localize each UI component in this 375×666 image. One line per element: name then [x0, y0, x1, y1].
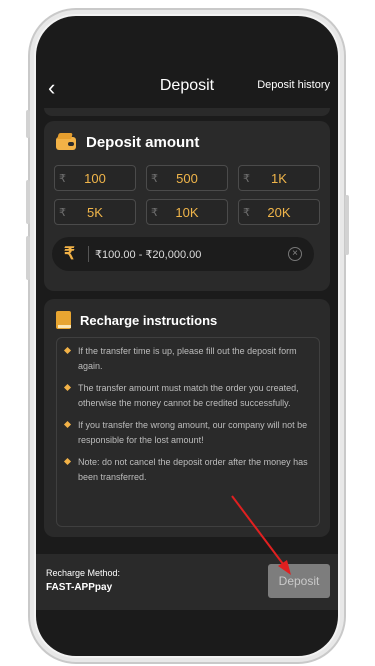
rupee-icon: ₹ [243, 207, 250, 219]
amount-option-5k[interactable]: ₹ 5K [54, 199, 136, 225]
app-screen: ‹ Deposit Deposit history Deposit amount… [36, 16, 338, 656]
deposit-amount-card: Deposit amount ₹ 100 ₹ 500 ₹ 1K ₹ 5K ₹ 1… [44, 121, 330, 291]
amount-range-placeholder: ₹100.00 - ₹20,000.00 [95, 248, 202, 261]
phone-power-button [345, 195, 349, 255]
amount-option-label: 10K [175, 204, 199, 220]
amount-option-label: 5K [87, 204, 103, 220]
recharge-method-value: FAST-APPpay [46, 582, 113, 593]
recharge-method-label: Recharge Method: [46, 568, 121, 578]
instruction-text: Note: do not cancel the deposit order af… [78, 457, 308, 482]
bullet-diamond-icon [63, 420, 72, 429]
page-title: Deposit [159, 77, 215, 94]
amount-option-10k[interactable]: ₹ 10K [146, 199, 228, 225]
instruction-text: If you transfer the wrong amount, our co… [78, 420, 308, 445]
phone-volume-up [26, 180, 30, 224]
rupee-icon: ₹ [151, 173, 158, 185]
amount-input[interactable]: ₹ ₹100.00 - ₹20,000.00 × [52, 237, 314, 271]
deposit-amount-header: Deposit amount [44, 121, 330, 151]
amount-option-label: 20K [267, 204, 291, 220]
bullet-diamond-icon [63, 346, 72, 355]
instructions-list: If the transfer time is up, please fill … [56, 337, 320, 527]
rupee-icon: ₹ [151, 207, 158, 219]
recharge-instructions-title: Recharge instructions [80, 312, 218, 328]
previous-card-edge [44, 108, 330, 116]
chevron-left-icon[interactable]: ‹ [48, 75, 55, 101]
list-item: If you transfer the wrong amount, our co… [63, 418, 311, 448]
instruction-text: The transfer amount must match the order… [78, 383, 299, 408]
amount-option-label: 500 [176, 170, 198, 186]
amount-option-500[interactable]: ₹ 500 [146, 165, 228, 191]
amount-option-label: 100 [84, 170, 106, 186]
bullet-diamond-icon [63, 383, 72, 392]
rupee-icon: ₹ [243, 173, 250, 185]
recharge-instructions-card: Recharge instructions If the transfer ti… [44, 299, 330, 537]
amount-option-label: 1K [271, 170, 287, 186]
list-item: The transfer amount must match the order… [63, 381, 311, 411]
amount-option-20k[interactable]: ₹ 20K [238, 199, 320, 225]
status-bar [36, 16, 338, 61]
amount-option-1k[interactable]: ₹ 1K [238, 165, 320, 191]
bullet-diamond-icon [63, 457, 72, 466]
deposit-history-link[interactable]: Deposit history [257, 79, 330, 91]
rupee-icon: ₹ [59, 207, 66, 219]
list-item: Note: do not cancel the deposit order af… [63, 455, 311, 485]
wallet-icon [56, 133, 78, 151]
phone-side-button [26, 110, 30, 138]
recharge-instructions-header: Recharge instructions [44, 299, 330, 329]
bottom-bar: Recharge Method: FAST-APPpay Deposit [36, 554, 338, 610]
book-icon [56, 311, 72, 329]
deposit-button[interactable]: Deposit [268, 564, 330, 598]
close-circle-icon[interactable]: × [288, 247, 302, 261]
app-header: ‹ Deposit Deposit history [36, 61, 338, 111]
deposit-amount-title: Deposit amount [86, 133, 200, 151]
amount-option-100[interactable]: ₹ 100 [54, 165, 136, 191]
instruction-text: If the transfer time is up, please fill … [78, 346, 297, 371]
divider [88, 246, 89, 262]
list-item: If the transfer time is up, please fill … [63, 344, 311, 374]
amount-options: ₹ 100 ₹ 500 ₹ 1K ₹ 5K ₹ 10K ₹ 20K [54, 165, 320, 225]
rupee-icon: ₹ [59, 173, 66, 185]
rupee-icon: ₹ [64, 244, 75, 263]
phone-volume-down [26, 236, 30, 280]
